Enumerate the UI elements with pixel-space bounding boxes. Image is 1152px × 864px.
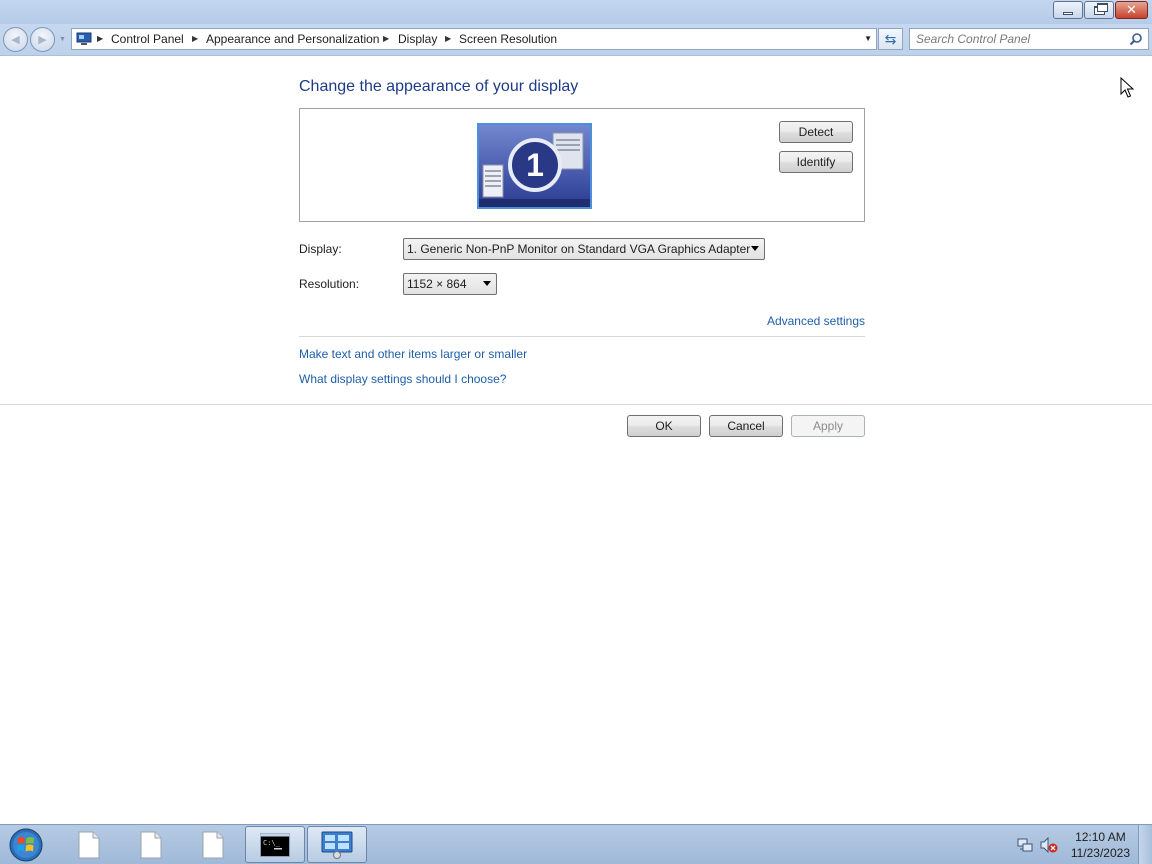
divider: [299, 336, 865, 337]
taskbar: C:\_ 12:10 AM 11/23/2023: [0, 824, 1152, 864]
search-input[interactable]: [916, 29, 1126, 49]
taskbar-document-2[interactable]: [121, 826, 181, 863]
forward-button[interactable]: ▶: [30, 27, 55, 52]
clock-time: 12:10 AM: [1075, 830, 1126, 844]
taskbar-command-prompt[interactable]: C:\_: [245, 826, 305, 863]
taskbar-document-3[interactable]: [183, 826, 243, 863]
address-bar[interactable]: ▶ Control Panel ▶ Appearance and Persona…: [71, 28, 877, 50]
control-panel-icon: [321, 831, 353, 859]
resolution-select-value: 1152 × 864: [407, 277, 467, 291]
chevron-down-icon: [483, 281, 491, 286]
forward-arrow-icon: ▶: [38, 34, 47, 46]
apply-button[interactable]: Apply: [791, 415, 865, 437]
breadcrumb-separator-icon[interactable]: ▶: [445, 34, 451, 43]
clock-date: 11/23/2023: [1070, 846, 1130, 860]
breadcrumb-control-panel[interactable]: Control Panel: [111, 32, 184, 46]
breadcrumb-separator-icon[interactable]: ▶: [97, 34, 103, 43]
footer-divider: [0, 404, 1152, 405]
monitor-arrangement-panel: 1 Detect Identify: [299, 108, 865, 222]
control-panel-icon: [76, 32, 92, 45]
resolution-label: Resolution:: [299, 277, 360, 291]
restore-button[interactable]: [1084, 1, 1114, 19]
breadcrumb-appearance[interactable]: Appearance and Personalization: [206, 32, 379, 46]
system-tray: 12:10 AM 11/23/2023: [1012, 825, 1152, 864]
advanced-settings-link[interactable]: Advanced settings: [767, 314, 865, 328]
clock[interactable]: 12:10 AM 11/23/2023: [1071, 829, 1130, 861]
window-controls: ✕: [1053, 1, 1148, 19]
close-icon: ✕: [1126, 2, 1137, 18]
identify-button[interactable]: Identify: [779, 151, 853, 173]
page-title: Change the appearance of your display: [299, 78, 579, 95]
refresh-icon: ⇆: [884, 30, 897, 47]
navigation-bar: ◀ ▶ ▼ ▶ Control Panel ▶ Appearance and P…: [0, 24, 1152, 56]
detect-button[interactable]: Detect: [779, 121, 853, 143]
minimize-button[interactable]: [1053, 1, 1083, 19]
show-desktop-button[interactable]: [1138, 825, 1152, 864]
display-label: Display:: [299, 242, 342, 256]
volume-muted-icon[interactable]: [1040, 837, 1058, 853]
cancel-button[interactable]: Cancel: [709, 415, 783, 437]
document-icon: [202, 831, 224, 858]
back-arrow-icon: ◀: [11, 34, 20, 46]
ok-button[interactable]: OK: [627, 415, 701, 437]
document-icon: [140, 831, 162, 858]
breadcrumb-separator-icon[interactable]: ▶: [192, 34, 198, 43]
chevron-down-icon: [751, 246, 759, 251]
network-icon[interactable]: [1017, 837, 1033, 853]
monitor-1-thumbnail[interactable]: 1: [477, 123, 592, 209]
window-title-bar: ✕: [0, 0, 1152, 24]
breadcrumb-display[interactable]: Display: [398, 32, 437, 46]
mouse-cursor-icon: [1120, 77, 1134, 98]
command-prompt-icon: C:\_: [260, 832, 290, 857]
search-box[interactable]: [909, 28, 1149, 50]
monitor-number: 1: [526, 147, 544, 183]
display-select-value: 1. Generic Non-PnP Monitor on Standard V…: [407, 242, 751, 256]
search-icon[interactable]: [1129, 32, 1143, 46]
start-button[interactable]: [6, 827, 46, 863]
refresh-button[interactable]: ⇆: [878, 28, 903, 50]
resolution-select[interactable]: 1152 × 864: [403, 273, 497, 295]
document-icon: [78, 831, 100, 858]
restore-icon: [1093, 2, 1108, 15]
taskbar-control-panel[interactable]: [307, 826, 367, 863]
taskbar-document-1[interactable]: [59, 826, 119, 863]
breadcrumb-separator-icon[interactable]: ▶: [383, 34, 389, 43]
close-button[interactable]: ✕: [1115, 1, 1148, 19]
text-size-link[interactable]: Make text and other items larger or smal…: [299, 347, 527, 361]
display-help-link[interactable]: What display settings should I choose?: [299, 372, 506, 386]
monitor-preview-icon: 1: [479, 125, 590, 207]
back-button[interactable]: ◀: [3, 27, 28, 52]
minimize-icon: [1063, 11, 1073, 15]
display-select[interactable]: 1. Generic Non-PnP Monitor on Standard V…: [403, 238, 765, 260]
recent-pages-dropdown-icon[interactable]: ▼: [59, 36, 66, 43]
breadcrumb-screen-resolution[interactable]: Screen Resolution: [459, 32, 557, 46]
address-dropdown-icon[interactable]: ▼: [864, 34, 872, 43]
svg-text:C:\_: C:\_: [263, 839, 281, 847]
